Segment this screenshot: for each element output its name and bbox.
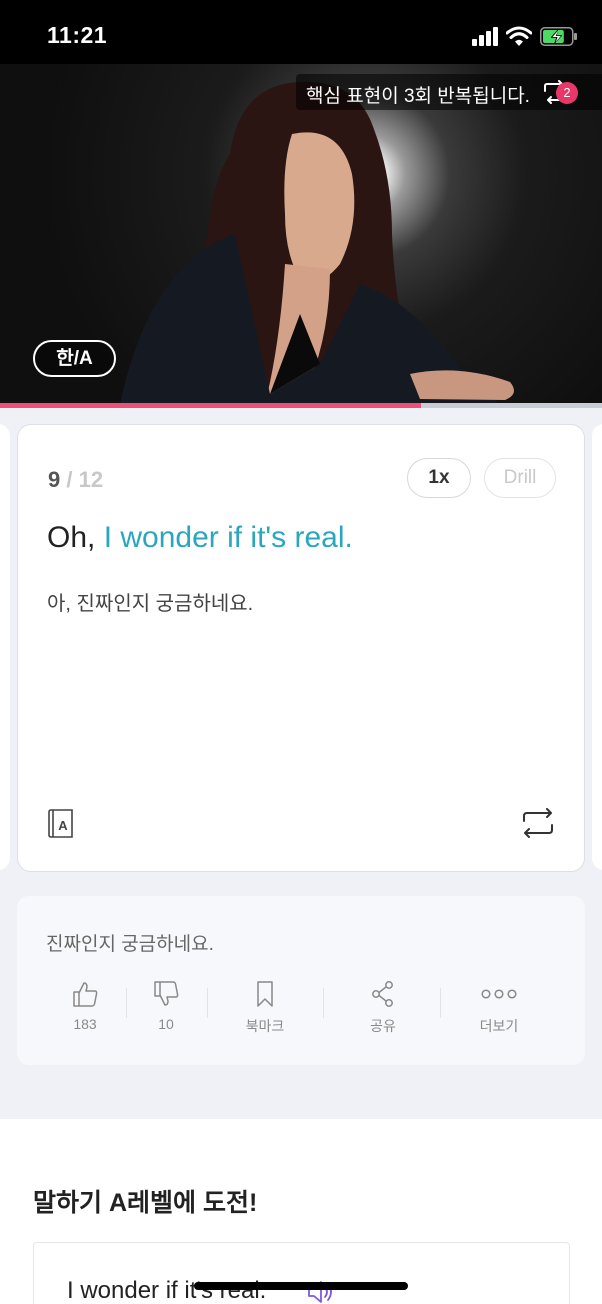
sentence-card: 9 / 12 1x Drill Oh, I wonder if it's rea… [17, 424, 585, 872]
more-icon [481, 989, 517, 999]
like-count: 183 [73, 1016, 97, 1032]
bookmark-button[interactable]: 북마크 [225, 980, 305, 1036]
language-toggle-button[interactable]: 한/A [33, 340, 116, 377]
english-sentence: Oh, I wonder if it's real. [47, 521, 353, 555]
thumbs-up-icon [73, 982, 98, 1007]
loop-icon[interactable] [521, 808, 555, 838]
battery-icon [540, 27, 577, 46]
status-bar: 11:21 [0, 0, 602, 64]
status-time: 11:21 [47, 22, 108, 48]
more-button[interactable]: 더보기 [459, 980, 539, 1036]
card-counter: 9 / 12 [48, 467, 103, 493]
signal-icon [472, 26, 498, 46]
divider [207, 988, 208, 1018]
thumbs-down-icon [154, 981, 179, 1006]
next-card-edge[interactable] [592, 424, 602, 870]
korean-translation: 아, 진짜인지 궁금하네요. [47, 593, 254, 615]
expression-info-box: 진짜인지 궁금하네요. 183 10 북마크 공유 더보기 [17, 896, 585, 1065]
bookmark-icon [257, 981, 273, 1007]
previous-card-edge[interactable] [0, 424, 10, 870]
dislike-count: 10 [158, 1016, 174, 1032]
home-indicator[interactable] [194, 1282, 408, 1290]
drill-button[interactable]: Drill [484, 458, 556, 498]
speaking-section: 말하기 A레벨에 도전! I wonder if it's real. [0, 1119, 602, 1304]
divider [440, 988, 441, 1018]
dislike-button[interactable]: 10 [126, 980, 206, 1032]
repeat-banner-text: 핵심 표현이 3회 반복됩니다. [306, 86, 530, 107]
svg-text:A: A [58, 818, 68, 833]
card-current-index: 9 [48, 467, 61, 492]
share-button[interactable]: 공유 [343, 980, 423, 1036]
speaking-section-title: 말하기 A레벨에 도전! [33, 1189, 258, 1217]
wifi-icon [506, 26, 532, 46]
share-icon [372, 981, 393, 1007]
card-total: / 12 [66, 467, 104, 492]
like-button[interactable]: 183 [45, 980, 125, 1032]
video-player[interactable]: 핵심 표현이 3회 반복됩니다. 2 한/A [0, 64, 602, 404]
sentence-plain-part: Oh, [47, 521, 96, 554]
playback-speed-button[interactable]: 1x [407, 458, 471, 498]
expression-meaning: 진짜인지 궁금하네요. [46, 934, 214, 955]
speaking-card[interactable]: I wonder if it's real. [33, 1242, 570, 1304]
repeat-banner: 핵심 표현이 3회 반복됩니다. 2 [296, 74, 602, 110]
repeat-count-badge: 2 [556, 82, 578, 104]
dictionary-icon[interactable]: A [47, 808, 75, 838]
video-progress-fill [0, 403, 422, 408]
divider [323, 988, 324, 1018]
more-label: 더보기 [479, 1018, 519, 1034]
share-label: 공유 [370, 1018, 396, 1034]
sentence-key-expression: I wonder if it's real. [103, 521, 353, 554]
bookmark-label: 북마크 [245, 1018, 285, 1034]
video-progress-bar[interactable] [0, 403, 602, 408]
